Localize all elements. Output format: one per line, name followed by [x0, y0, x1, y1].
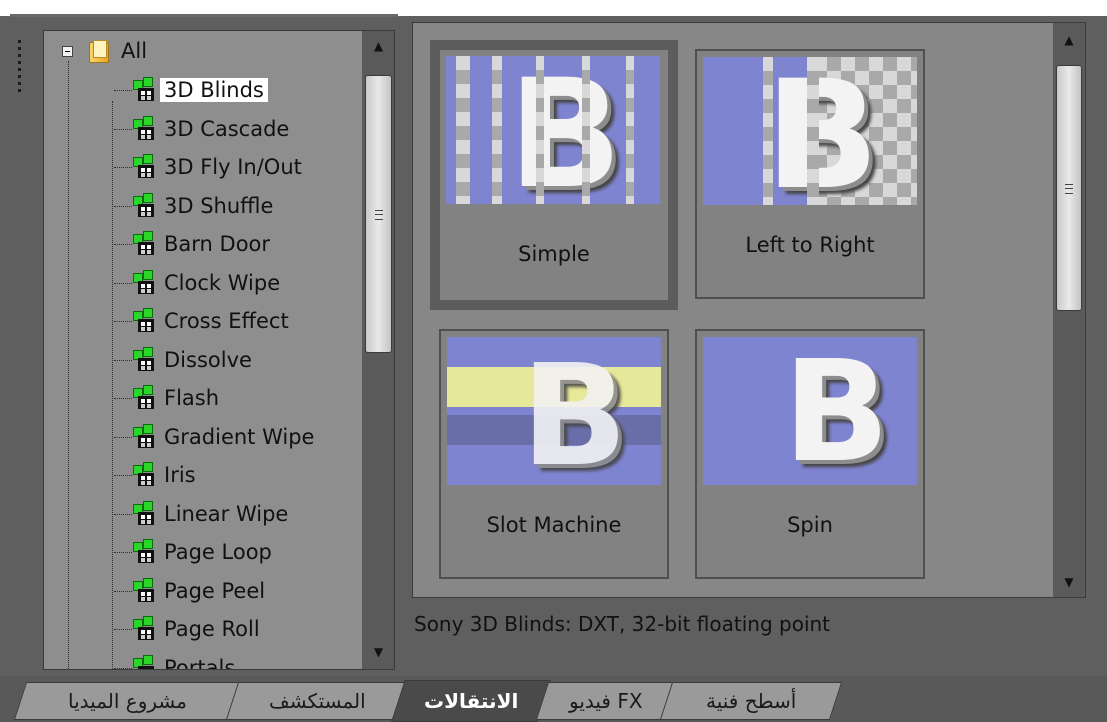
tree-item-portals[interactable]: Portals: [114, 651, 236, 670]
tree-item-page-peel[interactable]: Page Peel: [114, 574, 265, 608]
transition-icon: [132, 270, 158, 296]
tab-media-generators[interactable]: أسطح فنية: [659, 682, 843, 720]
dock-grip-handle[interactable]: [17, 40, 23, 104]
transitions-window: All 3D Blinds 3D Cascade 3D Fly In/Out 3…: [0, 0, 1107, 722]
tree-item-3d-blinds[interactable]: 3D Blinds: [114, 73, 268, 107]
presets-scrollbar-thumb[interactable]: [1056, 65, 1082, 311]
tab-explorer[interactable]: المستكشف: [225, 682, 409, 720]
presets-panel: B Simple B Left to Right B Slot Machine …: [412, 22, 1086, 598]
tab-transitions[interactable]: الانتقالات: [391, 680, 551, 722]
transition-icon: [132, 193, 158, 219]
transition-icon: [132, 424, 158, 450]
transition-icon: [132, 462, 158, 488]
transition-icon: [132, 308, 158, 334]
tree-scrollbar-thumb[interactable]: [365, 75, 392, 353]
preset-thumbnail: B: [447, 337, 661, 485]
transition-icon: [132, 539, 158, 565]
folder-icon: [87, 40, 111, 63]
tree-item-linear-wipe[interactable]: Linear Wipe: [114, 497, 288, 531]
tree-item-label: Barn Door: [164, 232, 271, 256]
tab-video-fx[interactable]: فيديو FX: [535, 682, 677, 720]
scroll-down-arrow-icon[interactable]: ▼: [1053, 569, 1085, 595]
tree-item-label: Cross Effect: [164, 309, 289, 333]
tree-guide-line: [112, 101, 113, 669]
transition-icon: [132, 616, 158, 642]
tree-item-cross-effect[interactable]: Cross Effect: [114, 304, 289, 338]
tree-item-label: Flash: [164, 386, 220, 410]
collapse-minus-icon[interactable]: [62, 45, 73, 57]
transitions-tree: All 3D Blinds 3D Cascade 3D Fly In/Out 3…: [44, 31, 362, 670]
tree-item-gradient-wipe[interactable]: Gradient Wipe: [114, 420, 314, 454]
preset-label: Simple: [518, 242, 590, 266]
tree-item-page-roll[interactable]: Page Roll: [114, 612, 260, 646]
tree-item-label: Page Roll: [164, 617, 260, 641]
preset-label: Left to Right: [745, 233, 875, 257]
tree-item-label: Iris: [164, 463, 196, 487]
tree-item-label: Linear Wipe: [164, 502, 289, 526]
transition-icon: [132, 347, 158, 373]
transition-icon: [132, 655, 158, 669]
presets-scrollbar[interactable]: ▲ ▼: [1053, 23, 1085, 597]
scroll-down-arrow-icon[interactable]: ▼: [362, 639, 394, 665]
tree-item-3d-fly-in-out[interactable]: 3D Fly In/Out: [114, 150, 302, 184]
tab-media-project[interactable]: مشروع الميديا: [13, 682, 242, 720]
tree-root-all[interactable]: All: [62, 37, 147, 65]
tree-item-iris[interactable]: Iris: [114, 458, 196, 492]
transition-icon: [132, 77, 158, 103]
transition-icon: [132, 231, 158, 257]
tree-item-page-loop[interactable]: Page Loop: [114, 535, 272, 569]
tree-item-3d-cascade[interactable]: 3D Cascade: [114, 112, 289, 146]
tree-item-barn-door[interactable]: Barn Door: [114, 227, 270, 261]
transitions-tree-panel: All 3D Blinds 3D Cascade 3D Fly In/Out 3…: [43, 30, 395, 670]
tree-item-label: Portals: [164, 656, 236, 670]
scroll-up-arrow-icon[interactable]: ▲: [1053, 27, 1085, 53]
tree-item-flash[interactable]: Flash: [114, 381, 219, 415]
preset-card-slot-machine[interactable]: B Slot Machine: [439, 329, 669, 579]
tree-item-label: Dissolve: [164, 348, 252, 372]
transition-icon: [132, 385, 158, 411]
tree-item-label: 3D Cascade: [164, 117, 290, 141]
transition-icon: [132, 578, 158, 604]
preset-label: Spin: [787, 513, 833, 537]
preset-thumbnail: B: [703, 337, 917, 485]
transition-icon: [132, 501, 158, 527]
preset-thumbnail: B: [446, 56, 660, 204]
tree-item-label: Clock Wipe: [164, 271, 281, 295]
transition-icon: [132, 116, 158, 142]
tree-item-clock-wipe[interactable]: Clock Wipe: [114, 266, 280, 300]
tree-item-label: Gradient Wipe: [164, 425, 315, 449]
preset-card-left-to-right[interactable]: B Left to Right: [695, 49, 925, 299]
scroll-up-arrow-icon[interactable]: ▲: [362, 33, 394, 59]
tree-item-label: 3D Blinds: [160, 78, 268, 102]
tree-item-label: Page Loop: [164, 540, 272, 564]
preset-card-spin[interactable]: B Spin: [695, 329, 925, 579]
tree-guide-line: [68, 61, 69, 669]
preset-thumbnail: B: [703, 57, 917, 205]
tree-item-label: 3D Fly In/Out: [164, 155, 302, 179]
tree-item-dissolve[interactable]: Dissolve: [114, 343, 252, 377]
tree-scrollbar[interactable]: ▲ ▼: [362, 31, 394, 669]
tree-item-label: 3D Shuffle: [164, 194, 274, 218]
transition-icon: [132, 154, 158, 180]
preset-label: Slot Machine: [486, 513, 622, 537]
tree-root-label: All: [121, 39, 148, 63]
top-divider: [10, 14, 398, 17]
preset-card-simple[interactable]: B Simple: [430, 40, 678, 310]
tree-item-label: Page Peel: [164, 579, 266, 603]
panel-tab-bar: مشروع الميديا المستكشف الانتقالات فيديو …: [0, 676, 1107, 722]
tree-item-3d-shuffle[interactable]: 3D Shuffle: [114, 189, 273, 223]
transition-description: Sony 3D Blinds: DXT, 32-bit floating poi…: [414, 612, 831, 636]
